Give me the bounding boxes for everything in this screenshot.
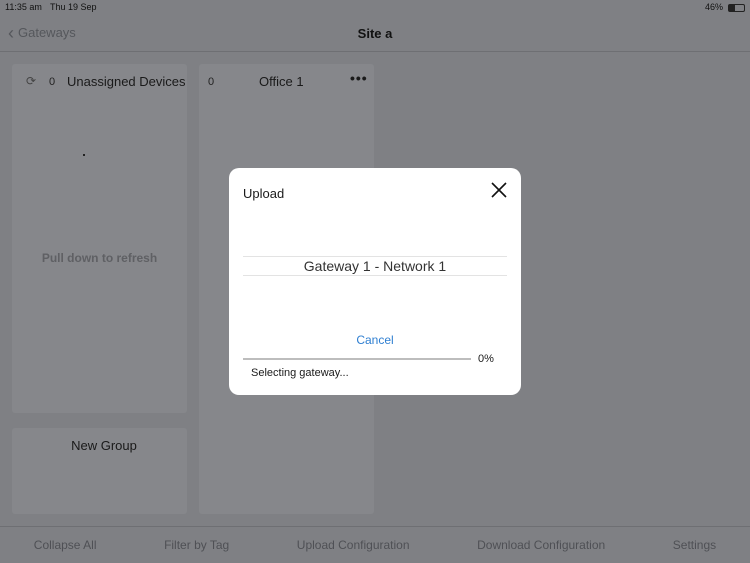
bottom-toolbar: Collapse All Filter by Tag Upload Config… <box>0 526 750 563</box>
progress-bar <box>243 358 471 360</box>
download-configuration-button[interactable]: Download Configuration <box>477 538 605 552</box>
settings-button[interactable]: Settings <box>673 538 716 552</box>
more-options-icon[interactable]: ••• <box>350 70 368 86</box>
navigation-bar: ‹ Gateways Site a <box>0 0 750 52</box>
page-title: Site a <box>357 26 393 41</box>
upload-dialog: Upload Gateway 1 - Network 1 Cancel 0% S… <box>229 168 521 395</box>
device-count: 0 <box>49 76 56 88</box>
dialog-title: Upload <box>243 186 285 201</box>
pull-to-refresh-text: Pull down to refresh <box>41 251 158 265</box>
progress-status: Selecting gateway... <box>251 367 349 379</box>
new-group-button[interactable]: New Group <box>12 428 187 514</box>
cancel-button[interactable]: Cancel <box>229 333 521 347</box>
collapse-all-button[interactable]: Collapse All <box>34 538 97 552</box>
close-icon[interactable] <box>491 182 507 198</box>
gateway-picker[interactable]: Gateway 1 - Network 1 <box>243 256 507 276</box>
group-name: Office 1 <box>259 74 304 89</box>
new-group-label: New Group <box>71 438 137 453</box>
progress-percent: 0% <box>478 353 494 365</box>
group-name: Unassigned Devices <box>67 74 186 89</box>
spinner-icon <box>83 154 85 156</box>
upload-configuration-button[interactable]: Upload Configuration <box>297 538 410 552</box>
device-count: 0 <box>208 76 215 88</box>
group-unassigned: ⟳ 0 Unassigned Devices Pull down to refr… <box>12 64 187 413</box>
filter-by-tag-button[interactable]: Filter by Tag <box>164 538 229 552</box>
refresh-icon[interactable]: ⟳ <box>26 74 36 88</box>
